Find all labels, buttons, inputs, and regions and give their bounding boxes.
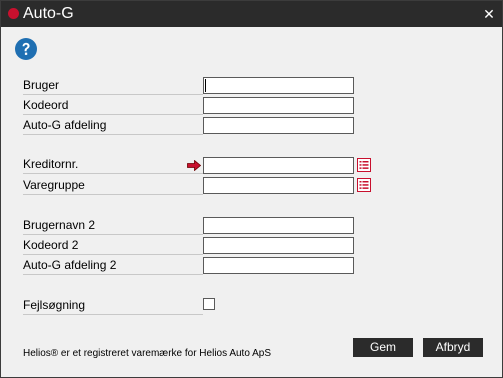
text-cursor (205, 79, 206, 92)
app-status-dot-icon (8, 8, 19, 19)
kodeord-label: Kodeord (23, 97, 203, 115)
brugernavn2-input[interactable] (203, 217, 354, 234)
afdeling2-input[interactable] (203, 257, 354, 274)
cancel-button[interactable]: Afbryd (423, 338, 483, 357)
kodeord2-input[interactable] (203, 237, 354, 254)
arrow-right-icon (187, 160, 201, 171)
window-title: Auto-G (23, 5, 74, 22)
afdeling-input[interactable] (203, 117, 354, 134)
trademark-notice: Helios® er et registreret varemærke for … (23, 348, 272, 359)
bruger-label: Bruger (23, 77, 203, 95)
bruger-input[interactable] (203, 77, 354, 94)
help-question-icon[interactable] (14, 37, 38, 61)
afdeling2-label: Auto-G afdeling 2 (23, 257, 203, 275)
close-button[interactable]: ✕ (476, 1, 502, 27)
kreditornr-label: Kreditornr. (23, 156, 203, 174)
kodeord2-label: Kodeord 2 (23, 237, 203, 255)
fejlsogning-checkbox[interactable] (203, 298, 215, 310)
kreditornr-input[interactable] (203, 157, 354, 174)
kodeord-input[interactable] (203, 97, 354, 114)
list-lookup-icon[interactable] (357, 158, 371, 172)
auto-g-dialog: Auto-G ✕ Bruger Kodeord Auto-G afdeling … (0, 0, 503, 378)
varegruppe-input[interactable] (203, 177, 354, 194)
varegruppe-label: Varegruppe (23, 177, 203, 195)
save-button[interactable]: Gem (353, 338, 413, 357)
brugernavn2-label: Brugernavn 2 (23, 217, 203, 235)
title-bar[interactable]: Auto-G ✕ (1, 1, 502, 27)
fejlsogning-label: Fejlsøgning (23, 297, 203, 315)
afdeling-label: Auto-G afdeling (23, 117, 203, 135)
list-lookup-icon[interactable] (357, 178, 371, 192)
